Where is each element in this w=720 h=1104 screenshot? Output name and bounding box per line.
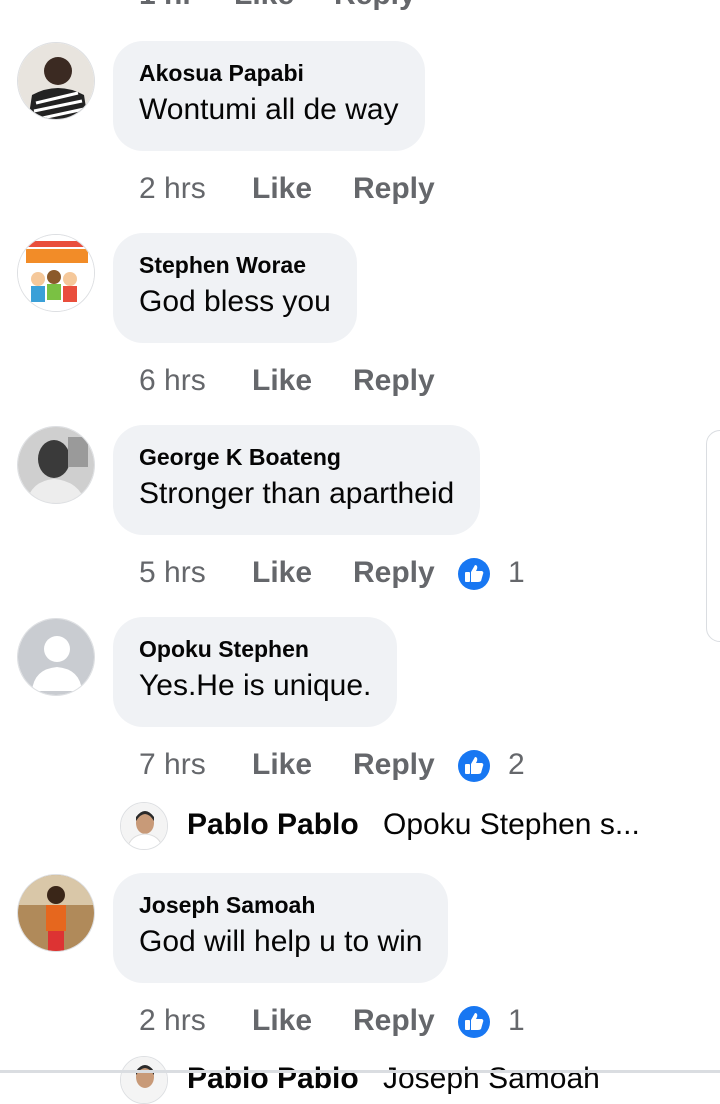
like-button[interactable]: Like: [252, 745, 312, 785]
like-thumb-icon[interactable]: [457, 557, 491, 591]
like-button[interactable]: Like: [252, 361, 312, 401]
comment-time: 1 hr: [139, 0, 194, 12]
comment-text: Yes.He is unique.: [139, 669, 372, 702]
commenter-name[interactable]: Joseph Samoah: [139, 891, 422, 919]
commenter-name[interactable]: George K Boateng: [139, 443, 454, 471]
comment-text: Stronger than apartheid: [139, 477, 455, 510]
like-thumb-icon[interactable]: [457, 1005, 491, 1039]
commenter-name[interactable]: Stephen Worae: [139, 251, 331, 279]
comment-text: God will help u to win: [139, 925, 423, 958]
comment-text: Wontumi all de way: [139, 93, 399, 126]
reply-button[interactable]: Reply: [353, 553, 435, 593]
avatar[interactable]: [120, 802, 168, 850]
comment-bubble: George K Boateng Stronger than apartheid: [113, 425, 481, 535]
side-panel-handle[interactable]: [706, 430, 720, 642]
reply-button[interactable]: Reply: [353, 745, 435, 785]
avatar[interactable]: [17, 42, 95, 120]
reaction-count[interactable]: 2: [508, 745, 525, 785]
avatar[interactable]: [120, 1056, 168, 1104]
default-avatar-icon[interactable]: [17, 618, 95, 696]
like-button[interactable]: Like: [252, 169, 312, 209]
reply-preview-text[interactable]: Opoku Stephen s...: [383, 808, 640, 842]
comment-bubble: Stephen Worae God bless you: [113, 233, 357, 343]
comment-bubble: Joseph Samoah God will help u to win: [113, 873, 449, 983]
comment-time[interactable]: 6 hrs: [139, 361, 206, 401]
comment-bubble: Akosua Papabi Wontumi all de way: [113, 41, 425, 151]
reply-author-name[interactable]: Pablo Pablo: [187, 808, 359, 842]
commenter-name[interactable]: Akosua Papabi: [139, 59, 399, 87]
comment-bubble: Opoku Stephen Yes.He is unique.: [113, 617, 398, 727]
reply-preview[interactable]: Pablo Pablo Joseph Samoah: [120, 1056, 720, 1104]
comment-time[interactable]: 5 hrs: [139, 553, 206, 593]
comment-time[interactable]: 2 hrs: [139, 169, 206, 209]
avatar[interactable]: [17, 234, 95, 312]
like-button[interactable]: Like: [234, 0, 294, 12]
reaction-count[interactable]: 1: [508, 1001, 525, 1041]
reply-button[interactable]: Reply: [334, 0, 416, 12]
avatar[interactable]: [17, 874, 95, 952]
reply-button[interactable]: Reply: [353, 361, 435, 401]
like-thumb-icon[interactable]: [457, 749, 491, 783]
avatar[interactable]: [17, 426, 95, 504]
commenter-name[interactable]: Opoku Stephen: [139, 635, 371, 663]
reply-preview-text[interactable]: Joseph Samoah: [383, 1062, 600, 1096]
like-button[interactable]: Like: [252, 553, 312, 593]
reply-button[interactable]: Reply: [353, 1001, 435, 1041]
reply-author-name[interactable]: Pablo Pablo: [187, 1062, 359, 1096]
reply-button[interactable]: Reply: [353, 169, 435, 209]
previous-comment-actions: 1 hr Like Reply: [0, 0, 720, 12]
comment-text: God bless you: [139, 285, 331, 318]
reaction-count[interactable]: 1: [508, 553, 525, 593]
like-button[interactable]: Like: [252, 1001, 312, 1041]
comment-time[interactable]: 2 hrs: [139, 1001, 206, 1041]
reply-preview[interactable]: Pablo Pablo Opoku Stephen s...: [120, 802, 720, 850]
comment-time[interactable]: 7 hrs: [139, 745, 206, 785]
